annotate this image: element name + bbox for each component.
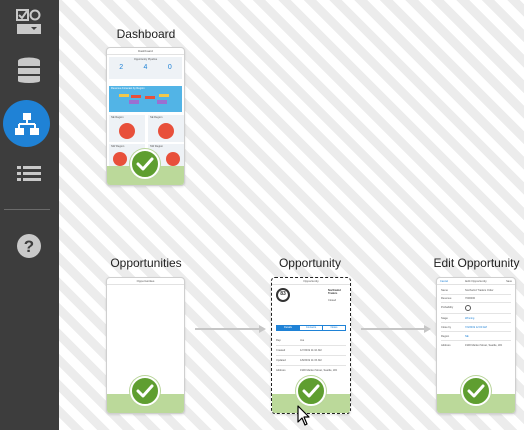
mouse-cursor-icon (297, 405, 310, 426)
field-value: 1900 Market Street, Seattle, WA (465, 344, 503, 347)
field-value: 1/7/2019 11:10 AM (300, 349, 322, 352)
field-label: Region (441, 335, 450, 338)
field-value: 7000000 (465, 297, 476, 300)
flow-arrow (361, 325, 431, 332)
field-value: 7/3/2019 12:00 AM (465, 326, 487, 329)
nav-help-button[interactable]: ? (5, 224, 53, 268)
nav-checklist-button[interactable] (5, 0, 53, 44)
edit-opportunity-title: Edit Opportunity (433, 256, 520, 270)
storyboard-canvas: Dashboard Dashboard Opportunity Pipeline… (59, 0, 524, 430)
field-label: Rep (276, 339, 281, 342)
pipeline-value: 4 (143, 64, 148, 71)
complete-check-icon (130, 376, 160, 406)
pipeline-value: 0 (167, 64, 172, 71)
flow-arrow (195, 325, 266, 332)
field-label: Probability (441, 306, 454, 309)
complete-check-icon (296, 376, 326, 406)
region-label: SW Region (150, 145, 164, 148)
complete-check-icon (461, 376, 491, 406)
nav-sitemap-button[interactable] (3, 100, 50, 147)
dashboard-mini-header: Dashboard (107, 48, 184, 55)
dashboard-title: Dashboard (116, 27, 176, 41)
region-tile: NE Region (109, 115, 145, 142)
opportunity-mini-header: Opportunity (272, 278, 350, 285)
field-label: Close by (441, 326, 452, 329)
field-value: Northwind Traders Order (465, 289, 494, 292)
field-label: Address (276, 369, 286, 372)
edit-opportunity-mini-header: Edit Opportunity (437, 278, 515, 285)
field-label: Revenue (441, 297, 452, 300)
field-value: Winning (465, 317, 475, 320)
pipeline-value: 2 (119, 64, 124, 71)
sidebar-divider (4, 209, 50, 210)
opportunity-company: Northwind Traders (328, 289, 341, 295)
field-label: Stage (441, 317, 448, 320)
field-label: Name (441, 289, 448, 292)
opportunity-status: Closed (328, 299, 337, 302)
field-value: 1/8/2019 11:15 AM (300, 359, 322, 362)
help-icon: ? (17, 234, 41, 258)
sitemap-icon (14, 112, 39, 135)
save-link: Save (506, 280, 512, 283)
pipeline-panel: Opportunity Pipeline 2 4 0 (109, 57, 182, 79)
field-value: Joe (300, 339, 305, 342)
revenue-chart-panel: Revenue Forecast by Region (109, 86, 182, 112)
field-value: 1900 Market Street, Seattle, WA (300, 369, 338, 372)
opportunity-tabs: Details Contacts Notes (276, 325, 346, 331)
probability-ring (465, 305, 471, 311)
region-tile: SE Region (148, 115, 184, 142)
opportunity-title: Opportunity (278, 256, 342, 270)
region-label: NE Region (111, 116, 124, 119)
pipeline-title: Opportunity Pipeline (133, 58, 158, 61)
region-label: SE Region (150, 116, 163, 119)
field-label: Created (276, 349, 286, 352)
tab-notes: Notes (322, 326, 345, 330)
field-value: NE (465, 335, 469, 338)
opportunities-mini-header: Opportunities (107, 278, 184, 285)
nav-list-button[interactable] (5, 153, 53, 197)
cancel-link: Cancel (440, 280, 449, 283)
field-label: Updated (276, 359, 286, 362)
score-ring: 83 (276, 288, 290, 302)
tab-details: Details (277, 326, 299, 330)
tab-contacts: Contacts (299, 326, 322, 330)
nav-database-button[interactable] (5, 48, 53, 92)
opportunities-title: Opportunities (110, 256, 182, 270)
revenue-chart-title: Revenue Forecast by Region (111, 87, 145, 90)
list-icon (17, 166, 41, 181)
checklist-icon (16, 9, 41, 34)
field-label: Address (441, 344, 451, 347)
database-icon (18, 57, 40, 83)
sidebar: ? (0, 0, 59, 430)
complete-check-icon (130, 149, 160, 179)
svg-text:?: ? (24, 237, 34, 256)
region-label: NW Region (111, 145, 125, 148)
